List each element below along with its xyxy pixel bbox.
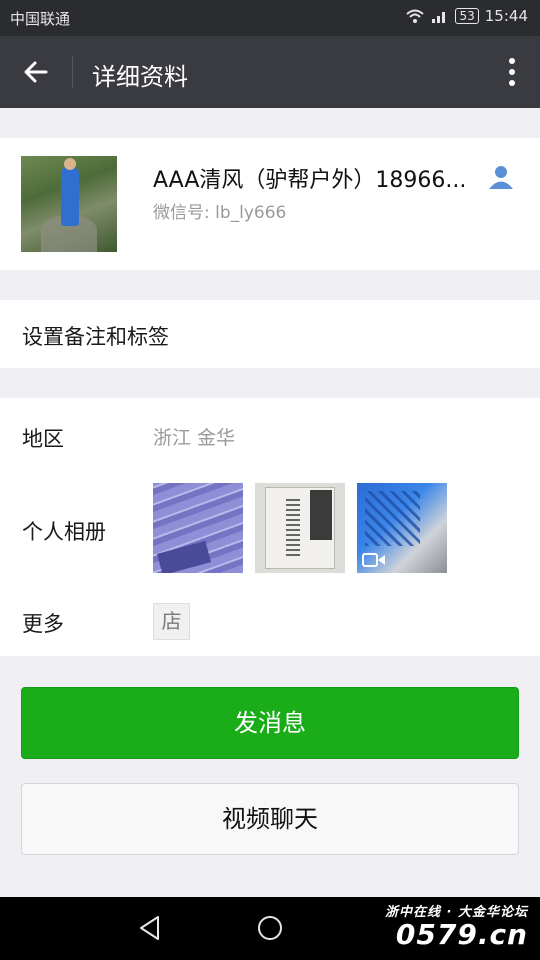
back-arrow-icon[interactable]	[18, 54, 54, 90]
contact-name: AAA清风（驴帮户外）18966...	[153, 168, 467, 193]
contact-person-icon	[489, 166, 513, 189]
watermark: 浙中在线 · 大金华论坛 0579.cn	[353, 901, 528, 957]
nav-back-icon[interactable]	[138, 915, 162, 941]
signal-icon	[432, 12, 446, 23]
video-chat-button[interactable]: 视频聊天	[21, 783, 519, 855]
video-icon	[362, 553, 385, 567]
info-card: 地区 浙江 金华 个人相册 更多 店	[0, 398, 540, 656]
status-icons: 53 15:44	[405, 7, 528, 25]
app-bar: 详细资料	[0, 36, 540, 108]
more-vertical-icon[interactable]	[506, 56, 518, 88]
nav-home-icon[interactable]	[256, 914, 284, 942]
shop-icon[interactable]: 店	[153, 603, 190, 640]
status-bar: 中国联通 53 15:44	[0, 0, 540, 36]
watermark-line2: 0579.cn	[395, 918, 528, 951]
remark-tag-label: 设置备注和标签	[22, 325, 169, 349]
page-title: 详细资料	[92, 63, 188, 91]
system-nav-bar: 浙中在线 · 大金华论坛 0579.cn	[0, 897, 540, 960]
more-label: 更多	[22, 612, 64, 636]
wifi-icon	[406, 9, 425, 23]
carrier-label: 中国联通	[10, 10, 71, 28]
album-label: 个人相册	[22, 520, 106, 544]
profile-card: AAA清风（驴帮户外）18966... 微信号: lb_ly666	[0, 138, 540, 270]
avatar[interactable]	[21, 156, 117, 252]
album-photo-1[interactable]	[153, 483, 243, 573]
app-bar-divider	[72, 56, 73, 88]
battery-indicator: 53	[455, 8, 479, 24]
clock: 15:44	[484, 7, 528, 25]
wechat-id: 微信号: lb_ly666	[153, 203, 287, 223]
region-value: 浙江 金华	[153, 427, 236, 449]
region-label: 地区	[22, 427, 64, 451]
remark-tag-row[interactable]: 设置备注和标签	[0, 300, 540, 368]
album-photo-2[interactable]	[255, 483, 345, 573]
send-message-button[interactable]: 发消息	[21, 687, 519, 759]
album-photo-3[interactable]	[357, 483, 447, 573]
